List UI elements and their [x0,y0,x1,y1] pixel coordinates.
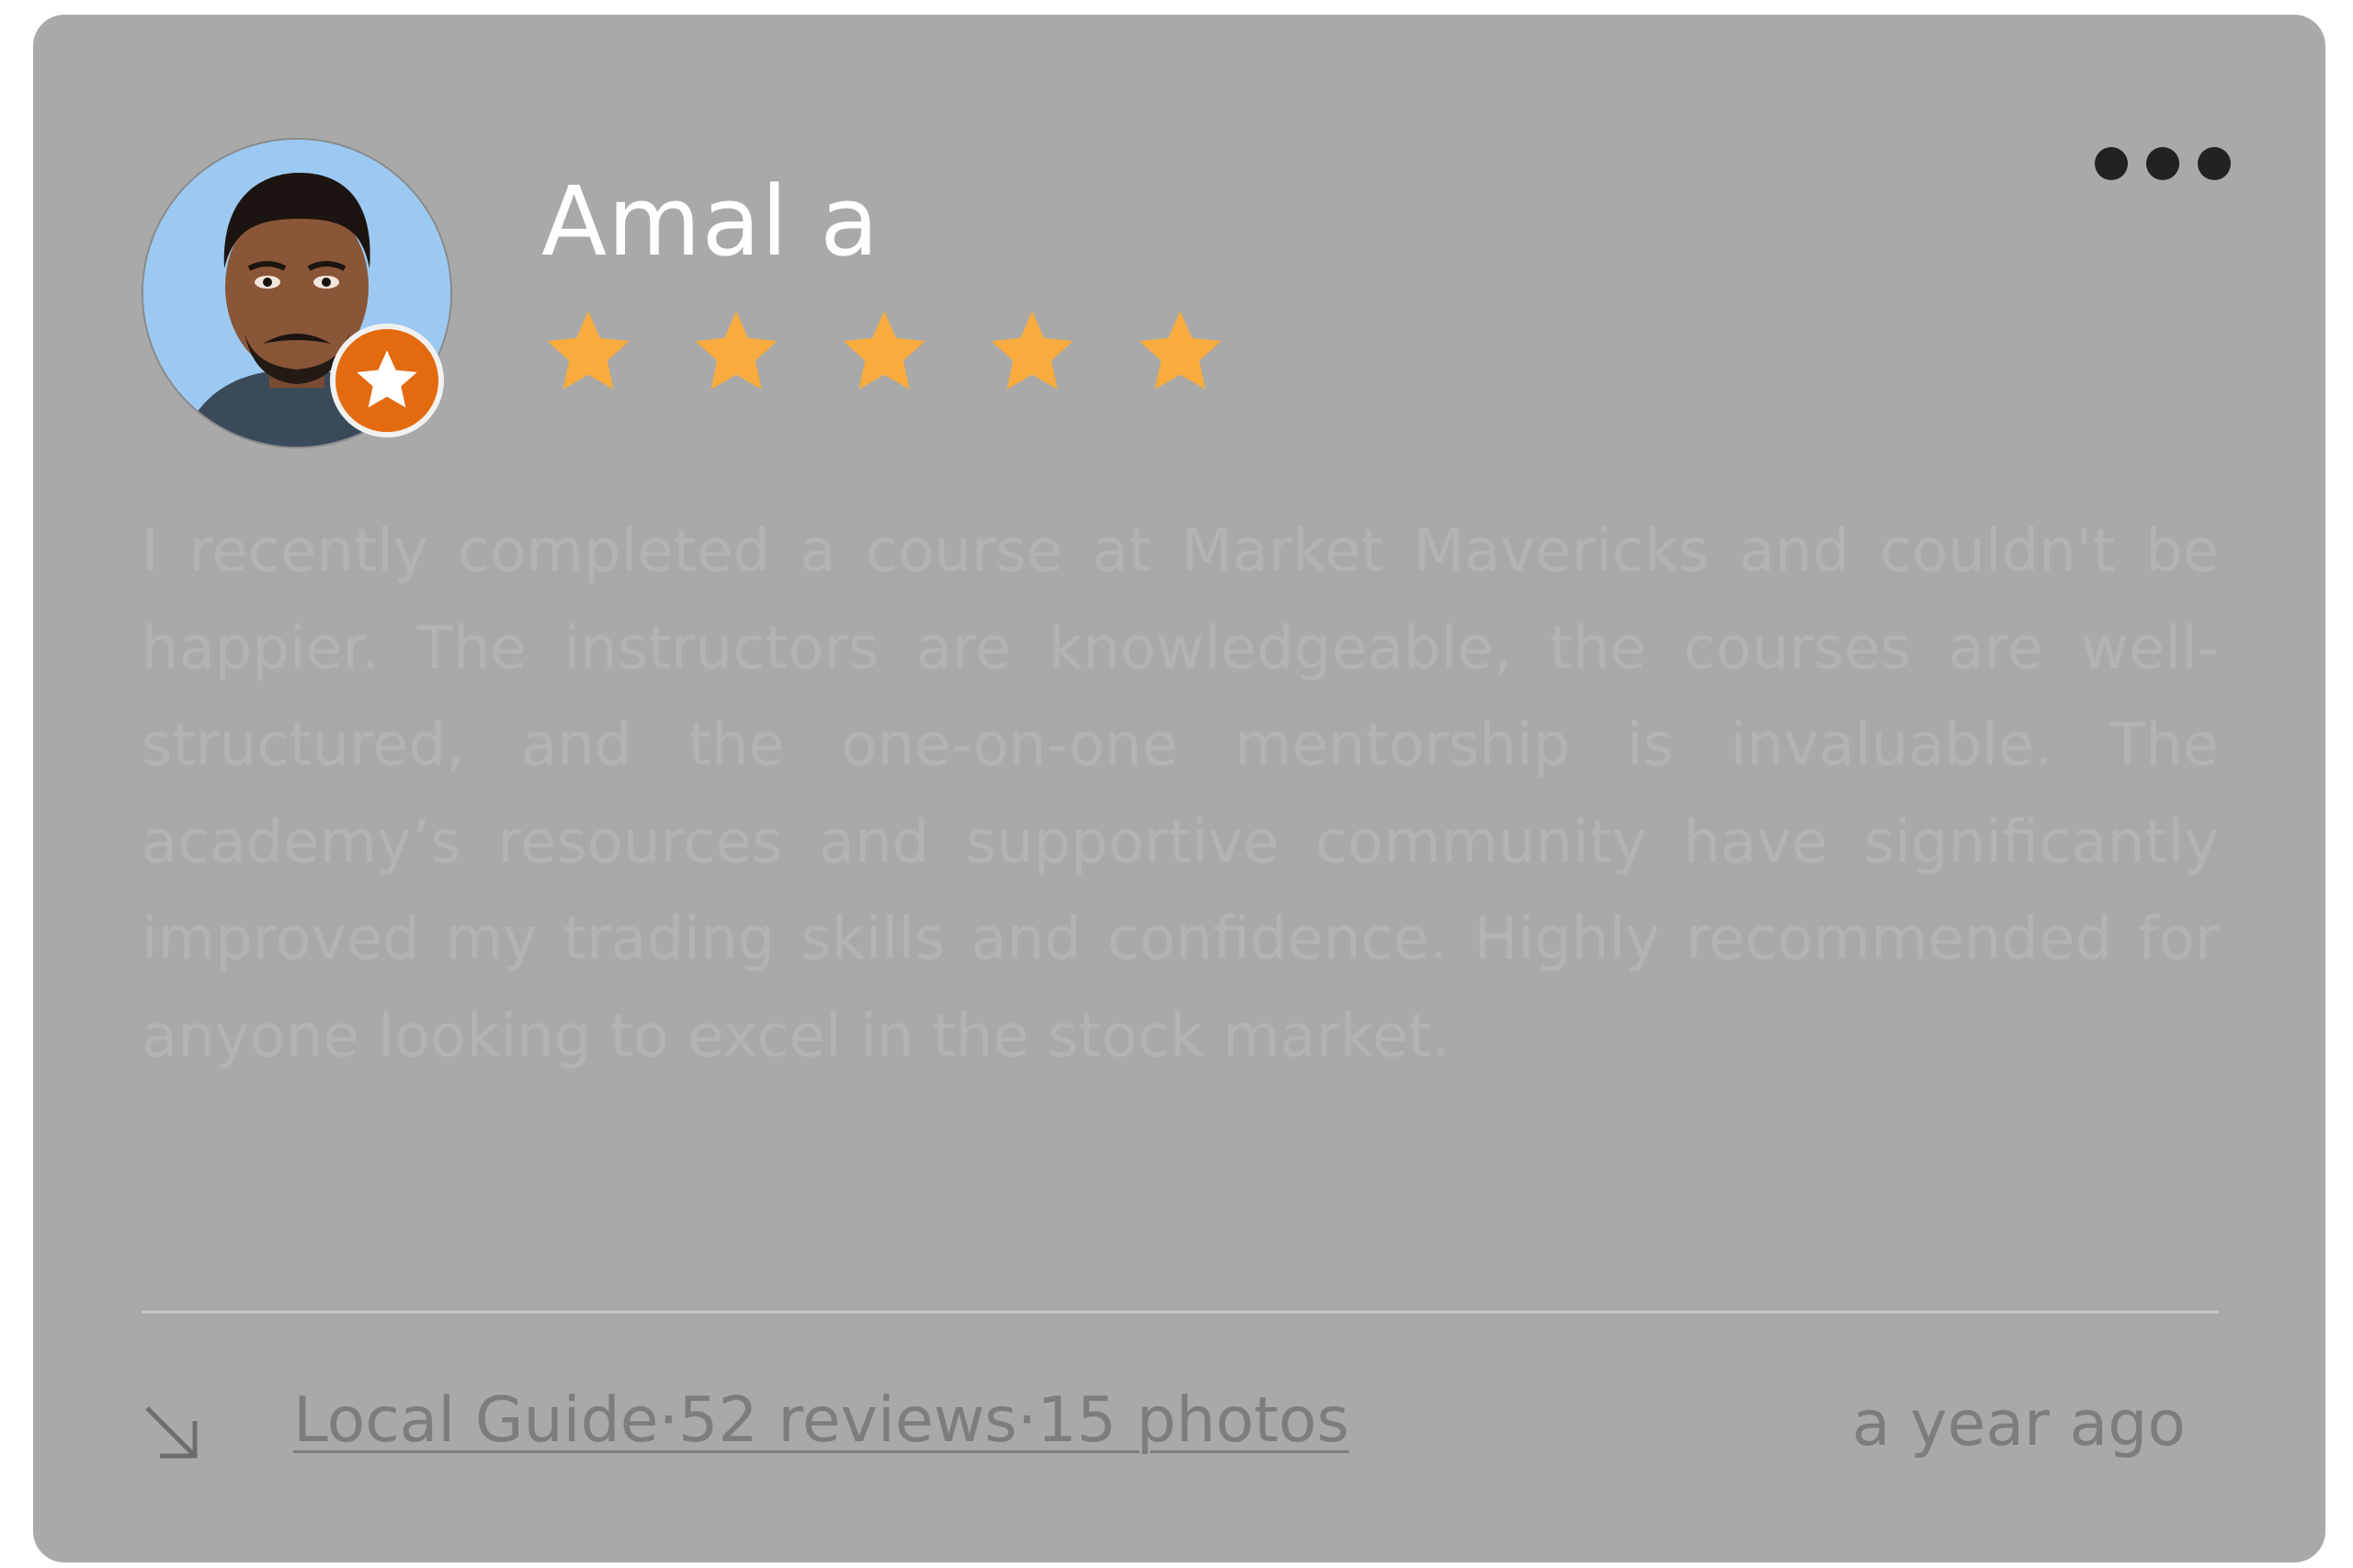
star-icon [695,311,778,390]
divider [142,1311,2219,1313]
star-icon [991,311,1074,390]
star-icon [843,311,926,390]
more-options-button[interactable] [2090,140,2237,187]
local-guide-badge [330,324,444,437]
review-text: I recently completed a course at Market … [142,517,2219,1071]
local-guide-star-icon [357,350,417,408]
reviewer-profile-link[interactable]: Local Guide·52 reviews·15 photos [293,1384,1349,1457]
review-card: Amal a I recently completed a course at … [33,15,2325,1562]
star-icon [547,311,630,390]
reviewer-name[interactable]: Amal a [541,165,880,278]
arrow-down-right-icon[interactable] [142,1403,200,1461]
more-dots-icon [2095,147,2231,180]
star-icon [1139,311,1222,390]
review-timestamp: a year ago [1851,1388,2186,1460]
star-rating [541,305,1227,399]
